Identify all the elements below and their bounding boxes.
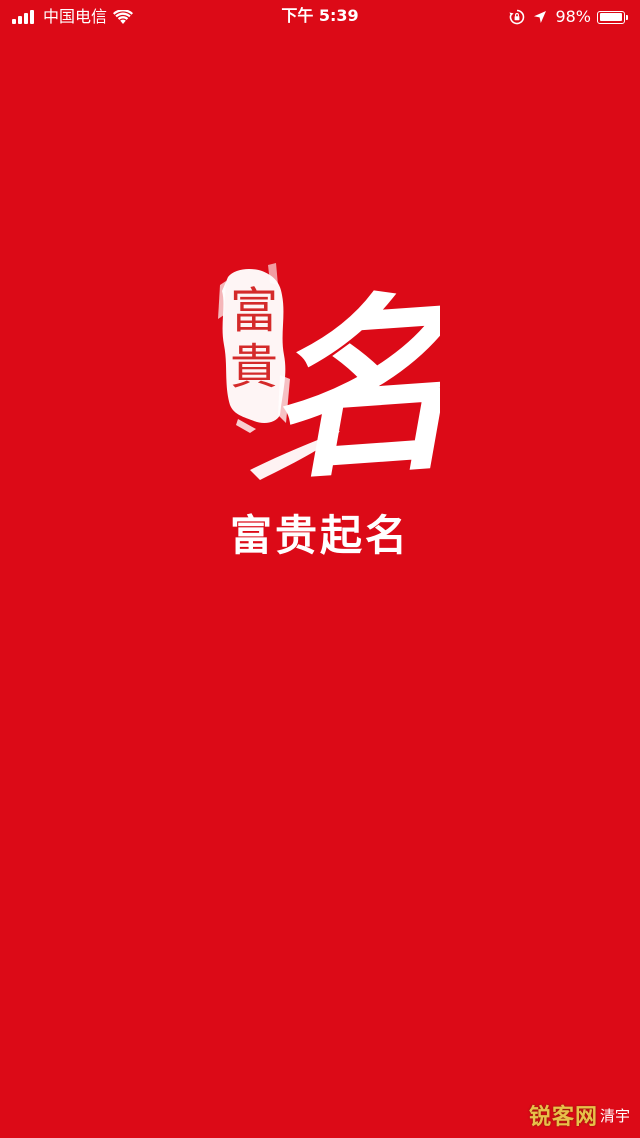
watermark: 锐客网 清宇 [529, 1100, 630, 1130]
orientation-lock-icon [509, 9, 525, 25]
app-logo: 富 貴 名 [210, 255, 440, 505]
app-name: 富贵起名 [229, 511, 410, 560]
location-arrow-icon [533, 10, 547, 24]
watermark-logo: 锐客网 [528, 1105, 598, 1130]
status-bar: 中国电信 下午 5:39 98% [0, 0, 640, 34]
splash-screen: 中国电信 下午 5:39 98% 富 貴 名 富贵起名 锐客网 清宇 [0, 0, 640, 1138]
battery-icon [597, 10, 628, 24]
battery-percent: 98% [555, 7, 591, 26]
calligraphy-character: 名 [250, 270, 440, 505]
calligraphy-text: 名 [257, 270, 440, 505]
status-right: 98% [501, 6, 628, 28]
battery-fill [599, 13, 623, 21]
watermark-credit: 清宇 [599, 1106, 630, 1125]
